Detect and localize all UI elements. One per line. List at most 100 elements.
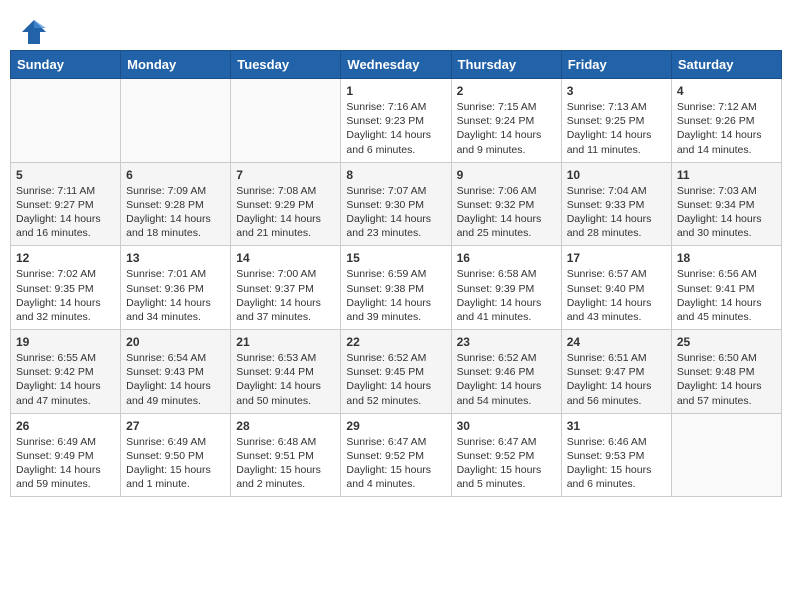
logo <box>20 18 50 46</box>
cell-content: Sunrise: 7:13 AM Sunset: 9:25 PM Dayligh… <box>567 100 666 157</box>
cell-content: Sunrise: 7:00 AM Sunset: 9:37 PM Dayligh… <box>236 267 335 324</box>
weekday-header-monday: Monday <box>121 51 231 79</box>
cell-content: Sunrise: 6:49 AM Sunset: 9:50 PM Dayligh… <box>126 435 225 492</box>
calendar-cell <box>671 413 781 497</box>
cell-content: Sunrise: 6:46 AM Sunset: 9:53 PM Dayligh… <box>567 435 666 492</box>
day-number: 10 <box>567 168 666 182</box>
cell-content: Sunrise: 6:49 AM Sunset: 9:49 PM Dayligh… <box>16 435 115 492</box>
logo-icon <box>20 18 48 46</box>
day-number: 27 <box>126 419 225 433</box>
day-number: 15 <box>346 251 445 265</box>
calendar-cell: 9 Sunrise: 7:06 AM Sunset: 9:32 PM Daylig… <box>451 162 561 246</box>
calendar-cell: 14 Sunrise: 7:00 AM Sunset: 9:37 PM Dayli… <box>231 246 341 330</box>
cell-content: Sunrise: 7:07 AM Sunset: 9:30 PM Dayligh… <box>346 184 445 241</box>
cell-content: Sunrise: 7:06 AM Sunset: 9:32 PM Dayligh… <box>457 184 556 241</box>
cell-content: Sunrise: 6:52 AM Sunset: 9:45 PM Dayligh… <box>346 351 445 408</box>
cell-content: Sunrise: 7:12 AM Sunset: 9:26 PM Dayligh… <box>677 100 776 157</box>
cell-content: Sunrise: 7:03 AM Sunset: 9:34 PM Dayligh… <box>677 184 776 241</box>
cell-content: Sunrise: 7:01 AM Sunset: 9:36 PM Dayligh… <box>126 267 225 324</box>
calendar-cell: 11 Sunrise: 7:03 AM Sunset: 9:34 PM Dayli… <box>671 162 781 246</box>
calendar-cell: 18 Sunrise: 6:56 AM Sunset: 9:41 PM Dayli… <box>671 246 781 330</box>
day-number: 11 <box>677 168 776 182</box>
day-number: 6 <box>126 168 225 182</box>
calendar-cell: 6 Sunrise: 7:09 AM Sunset: 9:28 PM Daylig… <box>121 162 231 246</box>
calendar-cell: 19 Sunrise: 6:55 AM Sunset: 9:42 PM Dayli… <box>11 330 121 414</box>
cell-content: Sunrise: 6:47 AM Sunset: 9:52 PM Dayligh… <box>346 435 445 492</box>
page-header <box>10 10 782 50</box>
calendar-cell <box>11 79 121 163</box>
weekday-header-thursday: Thursday <box>451 51 561 79</box>
cell-content: Sunrise: 7:16 AM Sunset: 9:23 PM Dayligh… <box>346 100 445 157</box>
cell-content: Sunrise: 6:55 AM Sunset: 9:42 PM Dayligh… <box>16 351 115 408</box>
day-number: 19 <box>16 335 115 349</box>
cell-content: Sunrise: 6:54 AM Sunset: 9:43 PM Dayligh… <box>126 351 225 408</box>
day-number: 17 <box>567 251 666 265</box>
cell-content: Sunrise: 7:11 AM Sunset: 9:27 PM Dayligh… <box>16 184 115 241</box>
day-number: 29 <box>346 419 445 433</box>
day-number: 31 <box>567 419 666 433</box>
day-number: 9 <box>457 168 556 182</box>
cell-content: Sunrise: 7:15 AM Sunset: 9:24 PM Dayligh… <box>457 100 556 157</box>
calendar-cell: 17Sunrise: 6:57 AM Sunset: 9:40 PM Dayli… <box>561 246 671 330</box>
calendar-cell: 31 Sunrise: 6:46 AM Sunset: 9:53 PM Dayli… <box>561 413 671 497</box>
day-number: 23 <box>457 335 556 349</box>
calendar-cell: 22 Sunrise: 6:52 AM Sunset: 9:45 PM Dayli… <box>341 330 451 414</box>
calendar-cell: 1 Sunrise: 7:16 AM Sunset: 9:23 PM Daylig… <box>341 79 451 163</box>
cell-content: Sunrise: 6:53 AM Sunset: 9:44 PM Dayligh… <box>236 351 335 408</box>
calendar-cell: 23 Sunrise: 6:52 AM Sunset: 9:46 PM Dayli… <box>451 330 561 414</box>
calendar-cell: 27 Sunrise: 6:49 AM Sunset: 9:50 PM Dayli… <box>121 413 231 497</box>
cell-content: Sunrise: 6:58 AM Sunset: 9:39 PM Dayligh… <box>457 267 556 324</box>
calendar-week-5: 26 Sunrise: 6:49 AM Sunset: 9:49 PM Dayli… <box>11 413 782 497</box>
cell-content: Sunrise: 6:50 AM Sunset: 9:48 PM Dayligh… <box>677 351 776 408</box>
day-number: 22 <box>346 335 445 349</box>
day-number: 7 <box>236 168 335 182</box>
calendar-cell: 4 Sunrise: 7:12 AM Sunset: 9:26 PM Daylig… <box>671 79 781 163</box>
day-number: 18 <box>677 251 776 265</box>
day-number: 8 <box>346 168 445 182</box>
calendar-cell: 7 Sunrise: 7:08 AM Sunset: 9:29 PM Daylig… <box>231 162 341 246</box>
day-number: 24 <box>567 335 666 349</box>
weekday-header-tuesday: Tuesday <box>231 51 341 79</box>
calendar-cell: 25 Sunrise: 6:50 AM Sunset: 9:48 PM Dayli… <box>671 330 781 414</box>
calendar-cell: 21Sunrise: 6:53 AM Sunset: 9:44 PM Dayli… <box>231 330 341 414</box>
cell-content: Sunrise: 6:47 AM Sunset: 9:52 PM Dayligh… <box>457 435 556 492</box>
cell-content: Sunrise: 7:08 AM Sunset: 9:29 PM Dayligh… <box>236 184 335 241</box>
day-number: 30 <box>457 419 556 433</box>
day-number: 13 <box>126 251 225 265</box>
day-number: 14 <box>236 251 335 265</box>
calendar-cell: 2Sunrise: 7:15 AM Sunset: 9:24 PM Daylig… <box>451 79 561 163</box>
day-number: 12 <box>16 251 115 265</box>
cell-content: Sunrise: 6:52 AM Sunset: 9:46 PM Dayligh… <box>457 351 556 408</box>
cell-content: Sunrise: 7:04 AM Sunset: 9:33 PM Dayligh… <box>567 184 666 241</box>
calendar-cell: 10 Sunrise: 7:04 AM Sunset: 9:33 PM Dayli… <box>561 162 671 246</box>
calendar-table: SundayMondayTuesdayWednesdayThursdayFrid… <box>10 50 782 497</box>
calendar-cell: 29 Sunrise: 6:47 AM Sunset: 9:52 PM Dayli… <box>341 413 451 497</box>
calendar-week-1: 1 Sunrise: 7:16 AM Sunset: 9:23 PM Daylig… <box>11 79 782 163</box>
calendar-cell <box>121 79 231 163</box>
cell-content: Sunrise: 6:59 AM Sunset: 9:38 PM Dayligh… <box>346 267 445 324</box>
calendar-cell: 28 Sunrise: 6:48 AM Sunset: 9:51 PM Dayli… <box>231 413 341 497</box>
calendar-cell <box>231 79 341 163</box>
cell-content: Sunrise: 7:09 AM Sunset: 9:28 PM Dayligh… <box>126 184 225 241</box>
day-number: 26 <box>16 419 115 433</box>
calendar-cell: 8 Sunrise: 7:07 AM Sunset: 9:30 PM Daylig… <box>341 162 451 246</box>
day-number: 16 <box>457 251 556 265</box>
cell-content: Sunrise: 7:02 AM Sunset: 9:35 PM Dayligh… <box>16 267 115 324</box>
calendar-cell: 12 Sunrise: 7:02 AM Sunset: 9:35 PM Dayli… <box>11 246 121 330</box>
day-number: 5 <box>16 168 115 182</box>
calendar-cell: 15 Sunrise: 6:59 AM Sunset: 9:38 PM Dayli… <box>341 246 451 330</box>
weekday-header-sunday: Sunday <box>11 51 121 79</box>
day-number: 4 <box>677 84 776 98</box>
calendar-cell: 3 Sunrise: 7:13 AM Sunset: 9:25 PM Daylig… <box>561 79 671 163</box>
calendar-cell: 5 Sunrise: 7:11 AM Sunset: 9:27 PM Daylig… <box>11 162 121 246</box>
day-number: 28 <box>236 419 335 433</box>
day-number: 3 <box>567 84 666 98</box>
day-number: 25 <box>677 335 776 349</box>
cell-content: Sunrise: 6:56 AM Sunset: 9:41 PM Dayligh… <box>677 267 776 324</box>
calendar-cell: 16 Sunrise: 6:58 AM Sunset: 9:39 PM Dayli… <box>451 246 561 330</box>
calendar-cell: 13 Sunrise: 7:01 AM Sunset: 9:36 PM Dayli… <box>121 246 231 330</box>
day-number: 20 <box>126 335 225 349</box>
calendar-week-4: 19 Sunrise: 6:55 AM Sunset: 9:42 PM Dayli… <box>11 330 782 414</box>
day-number: 1 <box>346 84 445 98</box>
cell-content: Sunrise: 6:48 AM Sunset: 9:51 PM Dayligh… <box>236 435 335 492</box>
